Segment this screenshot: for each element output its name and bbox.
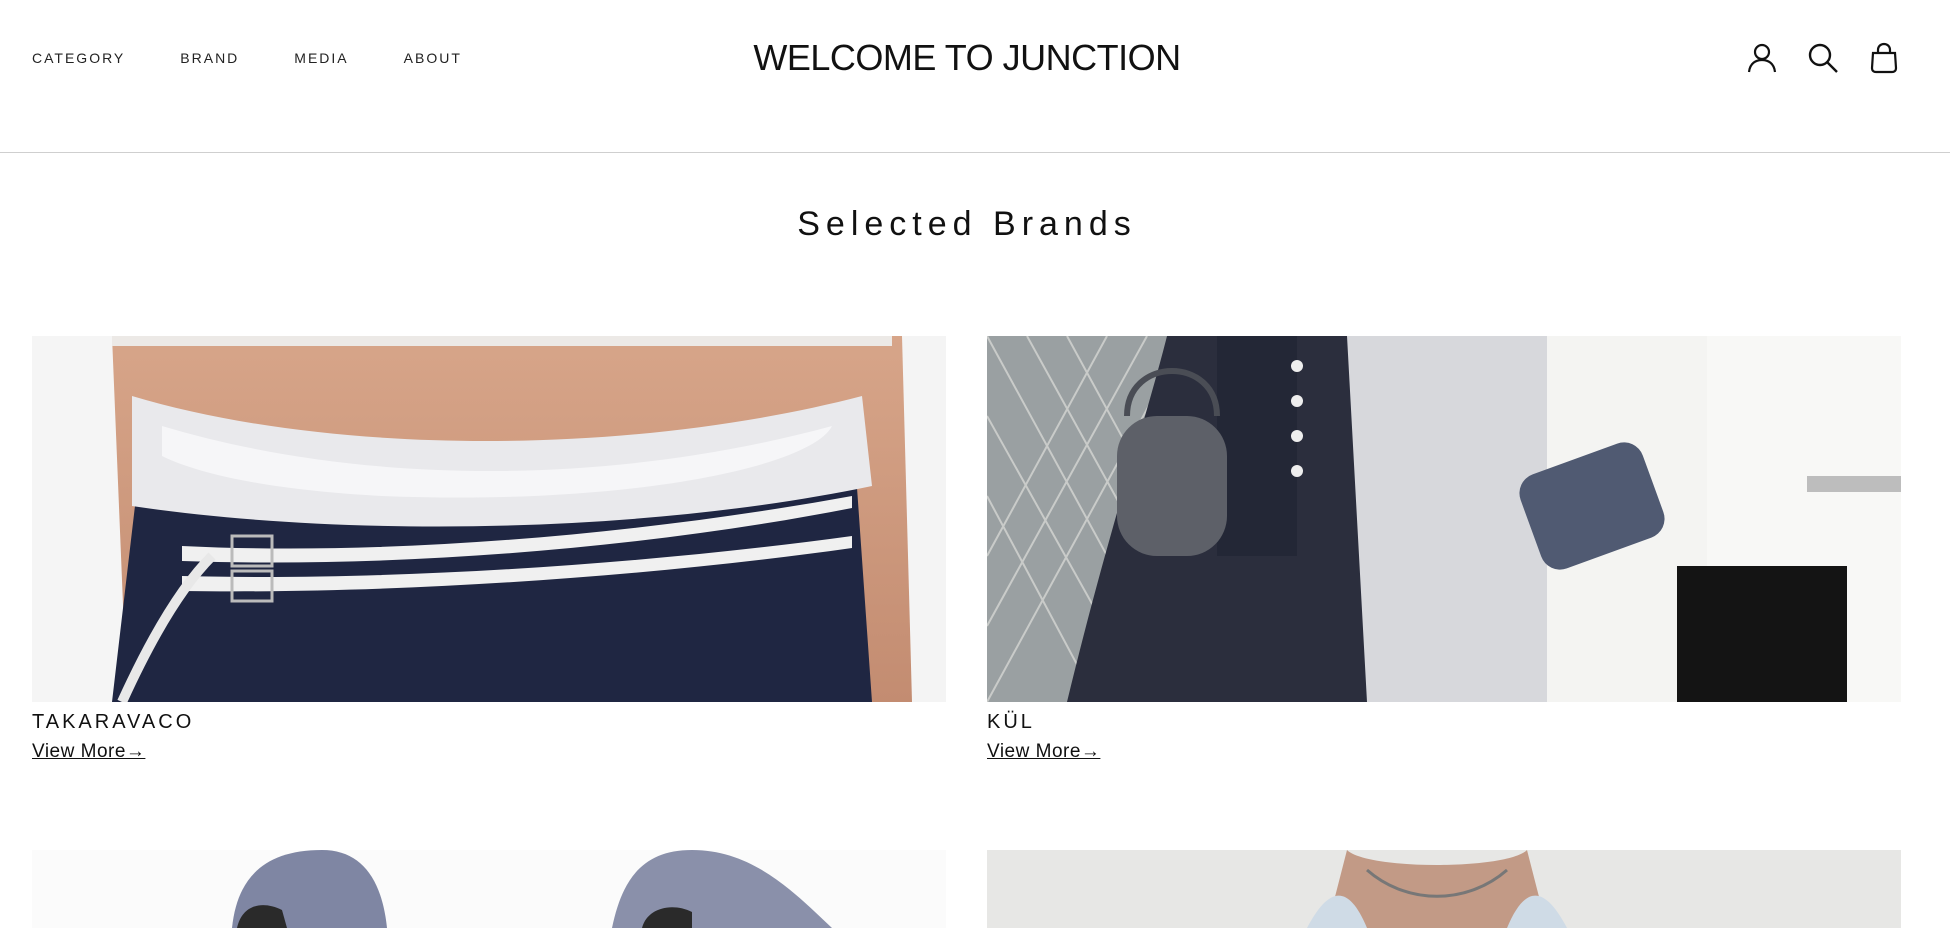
brand-card-takaravaco: TAKARAVACO View More→ (32, 336, 946, 776)
brand-card-kul: KÜL View More→ (987, 336, 1901, 776)
brand-image-partial-left[interactable] (32, 850, 946, 928)
view-more-link[interactable]: View More→ (987, 740, 1100, 764)
site-logo[interactable]: WELCOME TO JUNCTION (0, 36, 1934, 80)
header-actions (1719, 40, 1902, 76)
brand-image-kul[interactable] (987, 336, 1901, 702)
view-more-link[interactable]: View More→ (32, 740, 145, 764)
cart-icon[interactable] (1866, 40, 1902, 76)
brand-card-partial-left (32, 850, 946, 928)
account-icon[interactable] (1744, 40, 1780, 76)
site-header: CATEGORY BRAND MEDIA ABOUT WELCOME TO JU… (0, 0, 1950, 153)
brand-card-partial-right (987, 850, 1901, 928)
brand-name: KÜL (987, 711, 1035, 733)
section-title: Selected Brands (797, 205, 1137, 243)
brand-image-takaravaco[interactable] (32, 336, 946, 702)
search-icon[interactable] (1805, 40, 1841, 76)
brand-name: TAKARAVACO (32, 711, 195, 733)
brand-image-partial-right[interactable] (987, 850, 1901, 928)
